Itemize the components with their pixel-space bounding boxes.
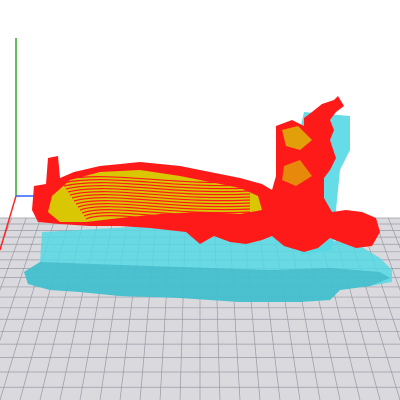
layer-preview-viewport[interactable] — [0, 0, 400, 400]
